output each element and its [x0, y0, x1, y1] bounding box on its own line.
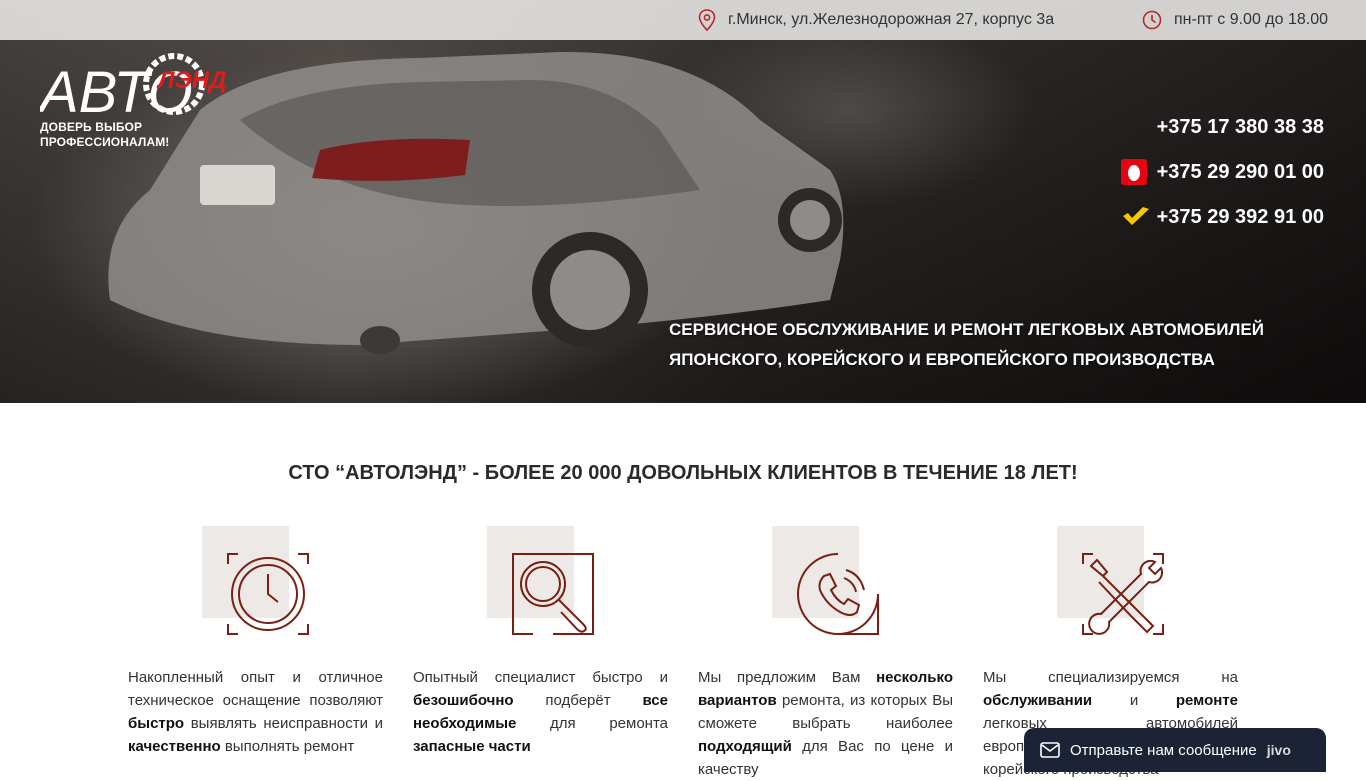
magnifier-icon — [512, 553, 594, 635]
feature-text-part: Мы предложим Вам — [698, 669, 877, 686]
feature-text-bold: обслуживании — [983, 692, 1093, 709]
feature-text-bold: подходящий — [698, 738, 792, 755]
phone-call-icon — [797, 553, 879, 635]
tools-icon — [1082, 553, 1164, 635]
feature-text-bold: качественно — [128, 738, 221, 755]
hours-text: пн-пт с 9.00 до 18.00 — [1174, 11, 1329, 28]
feature-text-part: подберёт — [513, 692, 643, 709]
logo-tagline: ДОВЕРЬ ВЫБОР ПРОФЕССИОНАЛАМ! — [40, 120, 169, 150]
feature-text-bold: быстро — [128, 715, 185, 732]
phone-number: +375 17 380 38 38 — [1156, 115, 1324, 138]
tagline-line-2: ПРОФЕССИОНАЛАМ! — [40, 135, 170, 149]
address-text: г.Минск, ул.Железнодорожная 27, корпус 3… — [728, 11, 1055, 28]
chat-label: Отправьте нам сообщение — [1070, 741, 1257, 759]
clock-icon — [227, 553, 309, 635]
chat-widget-button[interactable]: Отправьте нам сообщение jivo — [1024, 728, 1326, 772]
feature-text-part: выполнять ремонт — [220, 738, 355, 755]
address-item: г.Минск, ул.Железнодорожная 27, корпус 3… — [698, 0, 1054, 40]
feature-text-part: Накопленный опыт и отличное техническое … — [128, 669, 383, 709]
jivo-logo: jivo — [1266, 742, 1291, 758]
page-headline: СТО “АВТОЛЭНД” - БОЛЕЕ 20 000 ДОВОЛЬНЫХ … — [288, 462, 1078, 484]
feature-text-part: выявлять неисправности и — [184, 715, 383, 732]
phone-mts[interactable]: +375 29 290 01 00 — [1120, 157, 1324, 187]
hero-banner: г.Минск, ул.Железнодорожная 27, корпус 3… — [0, 0, 1366, 403]
phone-number: +375 29 392 91 00 — [1156, 205, 1324, 228]
feature-text: Накопленный опыт и отличное техническое … — [128, 666, 383, 758]
tagline-line-1: ДОВЕРЬ ВЫБОР — [40, 120, 143, 134]
velcom-icon — [1121, 204, 1149, 230]
feature-text: Мы предложим Вам несколько вариантов рем… — [698, 666, 953, 781]
feature-text: Опытный специалист быстро и безошибочно … — [413, 666, 668, 758]
feature-text-part: для ремонта — [516, 715, 668, 732]
mts-icon — [1120, 159, 1147, 185]
logo-mark-icon: АВТО ЛЭНД — [37, 53, 226, 125]
phone-number: +375 29 290 01 00 — [1156, 160, 1324, 183]
envelope-icon — [1040, 742, 1060, 758]
location-pin-icon — [698, 9, 716, 31]
logo[interactable]: АВТО ЛЭНД ДОВЕРЬ ВЫБОР ПРОФЕССИОНАЛАМ! — [37, 50, 270, 160]
feature-text-bold: ремонте — [1175, 692, 1238, 709]
phone-list: +375 17 380 38 38 +375 29 290 01 00 +375… — [1120, 112, 1324, 247]
hero-title: СЕРВИСНОЕ ОБСЛУЖИВАНИЕ И РЕМОНТ ЛЕГКОВЫХ… — [669, 320, 1264, 369]
feature-text-part: и — [1092, 692, 1176, 709]
feature-text-part: Опытный специалист быстро и — [413, 669, 668, 686]
clock-small-icon — [1142, 10, 1162, 30]
top-info-bar: г.Минск, ул.Железнодорожная 27, корпус 3… — [0, 0, 1366, 40]
phone-velcom[interactable]: +375 29 392 91 00 — [1121, 202, 1324, 232]
phone-landline[interactable]: +375 17 380 38 38 — [1121, 112, 1324, 142]
logo-text-brand: ЛЭНД — [156, 67, 226, 94]
hours-item: пн-пт с 9.00 до 18.00 — [1142, 0, 1328, 40]
feature-text-bold: запасные части — [413, 738, 531, 755]
feature-text-part: Мы специализируемся на — [983, 669, 1238, 686]
feature-text-bold: безошибочно — [413, 692, 514, 709]
